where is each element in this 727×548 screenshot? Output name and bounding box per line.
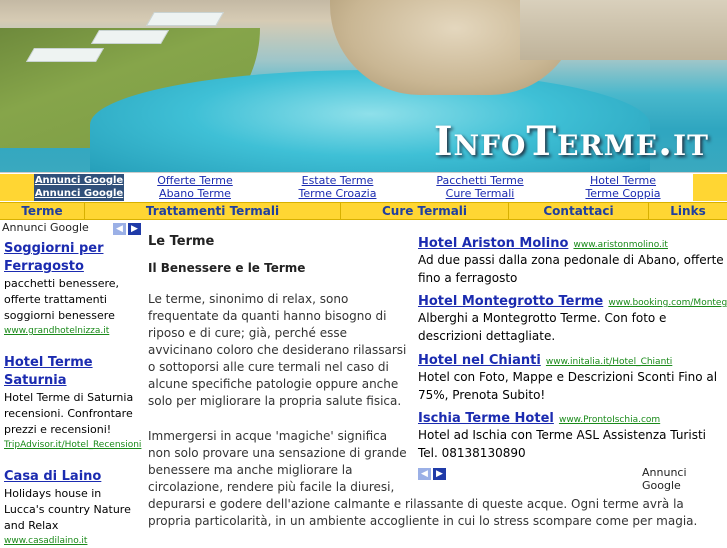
right-ad-url[interactable]: www.booking.com/Montegrotto-Te <box>608 298 727 308</box>
main-nav: Terme Trattamenti Termali Cure Termali C… <box>0 202 727 220</box>
left-ad-url[interactable]: www.casadilaino.it <box>4 534 142 548</box>
ad-link-column: Offerte Terme Abano Terme <box>150 174 240 200</box>
right-ad-url[interactable]: www.aristonmolino.it <box>573 240 667 250</box>
nav-contattaci[interactable]: Contattaci <box>509 203 649 220</box>
paragraph: Immergersi in acque 'magiche' significa … <box>148 429 407 494</box>
ad-link-column: Estate Terme Terme Croazia <box>290 174 385 200</box>
right-ad-title[interactable]: Ischia Terme Hotel <box>418 411 554 426</box>
google-ads-label: Annunci Google <box>642 466 687 492</box>
right-ad-title[interactable]: Hotel Montegrotto Terme <box>418 294 603 309</box>
next-arrow-icon[interactable]: ▶ <box>128 223 141 235</box>
ad-link[interactable]: Cure Termali <box>430 187 530 200</box>
right-ad: Ischia Terme Hotel www.ProntoIschia.com … <box>418 407 727 462</box>
ads-link-bar: Annunci Google Annunci Google Offerte Te… <box>0 172 727 201</box>
page-title: Le Terme <box>148 234 215 249</box>
right-ad-desc: Hotel con Foto, Mappe e Descrizioni Scon… <box>418 370 718 402</box>
right-ad-url[interactable]: www.initalia.it/Hotel_Chianti <box>546 357 672 367</box>
left-ad-title[interactable]: Casa di Laino <box>4 468 142 486</box>
left-ad-desc: pacchetti benessere, offerte trattamenti… <box>4 277 120 322</box>
prev-arrow-icon[interactable]: ◀ <box>418 468 431 480</box>
ad-link[interactable]: Hotel Terme <box>578 174 668 187</box>
right-ad: Hotel nel Chianti www.initalia.it/Hotel_… <box>418 349 727 404</box>
left-ad: Casa di Laino Holidays house in Lucca's … <box>4 468 142 548</box>
right-ad-url[interactable]: www.ProntoIschia.com <box>559 415 660 425</box>
google-ads-label: Annunci Google <box>2 221 89 234</box>
left-ad-title[interactable]: Soggiorni per Ferragosto <box>4 240 142 276</box>
right-ad: Hotel Montegrotto Terme www.booking.com/… <box>418 290 727 345</box>
ads-label[interactable]: Annunci Google Annunci Google <box>34 174 124 201</box>
banner-sunbed <box>25 48 105 62</box>
nav-cure-termali[interactable]: Cure Termali <box>341 203 509 220</box>
nav-trattamenti-termali[interactable]: Trattamenti Termali <box>85 203 341 220</box>
nav-terme[interactable]: Terme <box>0 203 85 220</box>
ad-link-column: Pacchetti Terme Cure Termali <box>430 174 530 200</box>
bar-accent <box>0 174 34 201</box>
right-ad: Hotel Ariston Molino www.aristonmolino.i… <box>418 232 727 287</box>
banner-sunbed <box>90 30 170 44</box>
ad-link[interactable]: Terme Coppia <box>578 187 668 200</box>
header-banner: InfoTerme.it <box>0 0 727 172</box>
left-ad-title[interactable]: Hotel Terme Saturnia <box>4 354 142 390</box>
left-ad: Soggiorni per Ferragosto pacchetti benes… <box>4 240 142 338</box>
ads-label-line[interactable]: Annunci Google <box>34 174 124 187</box>
right-ad-desc: Hotel ad Ischia con Terme ASL Assistenza… <box>418 428 706 460</box>
right-ad-desc: Alberghi a Montegrotto Terme. Con foto e… <box>418 311 667 343</box>
right-ad-title[interactable]: Hotel Ariston Molino <box>418 236 568 251</box>
paragraph-continuation: depurarsi e godere dell'azione calmante … <box>148 497 698 528</box>
left-ad-url[interactable]: TripAdvisor.it/Hotel_Recensioni <box>4 438 142 452</box>
left-ad-desc: Holidays house in Lucca's country Nature… <box>4 487 131 532</box>
right-ad-title[interactable]: Hotel nel Chianti <box>418 353 541 368</box>
prev-arrow-icon[interactable]: ◀ <box>113 223 126 235</box>
paragraph: Le terme, sinonimo di relax, sono freque… <box>148 292 407 408</box>
ad-link[interactable]: Estate Terme <box>290 174 385 187</box>
ad-link-column: Hotel Terme Terme Coppia <box>578 174 668 200</box>
left-ad-desc: Hotel Terme di Saturnia recensioni. Conf… <box>4 391 134 436</box>
left-ad: Hotel Terme Saturnia Hotel Terme di Satu… <box>4 354 142 452</box>
bar-accent <box>693 174 727 201</box>
page-subtitle: Il Benessere e le Terme <box>148 261 306 275</box>
ads-label-line[interactable]: Annunci Google <box>34 187 124 200</box>
right-ad-desc: Ad due passi dalla zona pedonale di Aban… <box>418 253 724 285</box>
banner-sunbed <box>145 12 225 26</box>
ad-link[interactable]: Terme Croazia <box>290 187 385 200</box>
ad-link[interactable]: Pacchetti Terme <box>430 174 530 187</box>
left-ad-url[interactable]: www.grandhotelnizza.it <box>4 324 142 338</box>
banner-rock-right <box>520 0 727 60</box>
ad-link[interactable]: Abano Terme <box>150 187 240 200</box>
site-title: InfoTerme.it <box>433 118 709 165</box>
nav-links[interactable]: Links <box>649 203 727 220</box>
next-arrow-icon[interactable]: ▶ <box>433 468 446 480</box>
ad-link[interactable]: Offerte Terme <box>150 174 240 187</box>
